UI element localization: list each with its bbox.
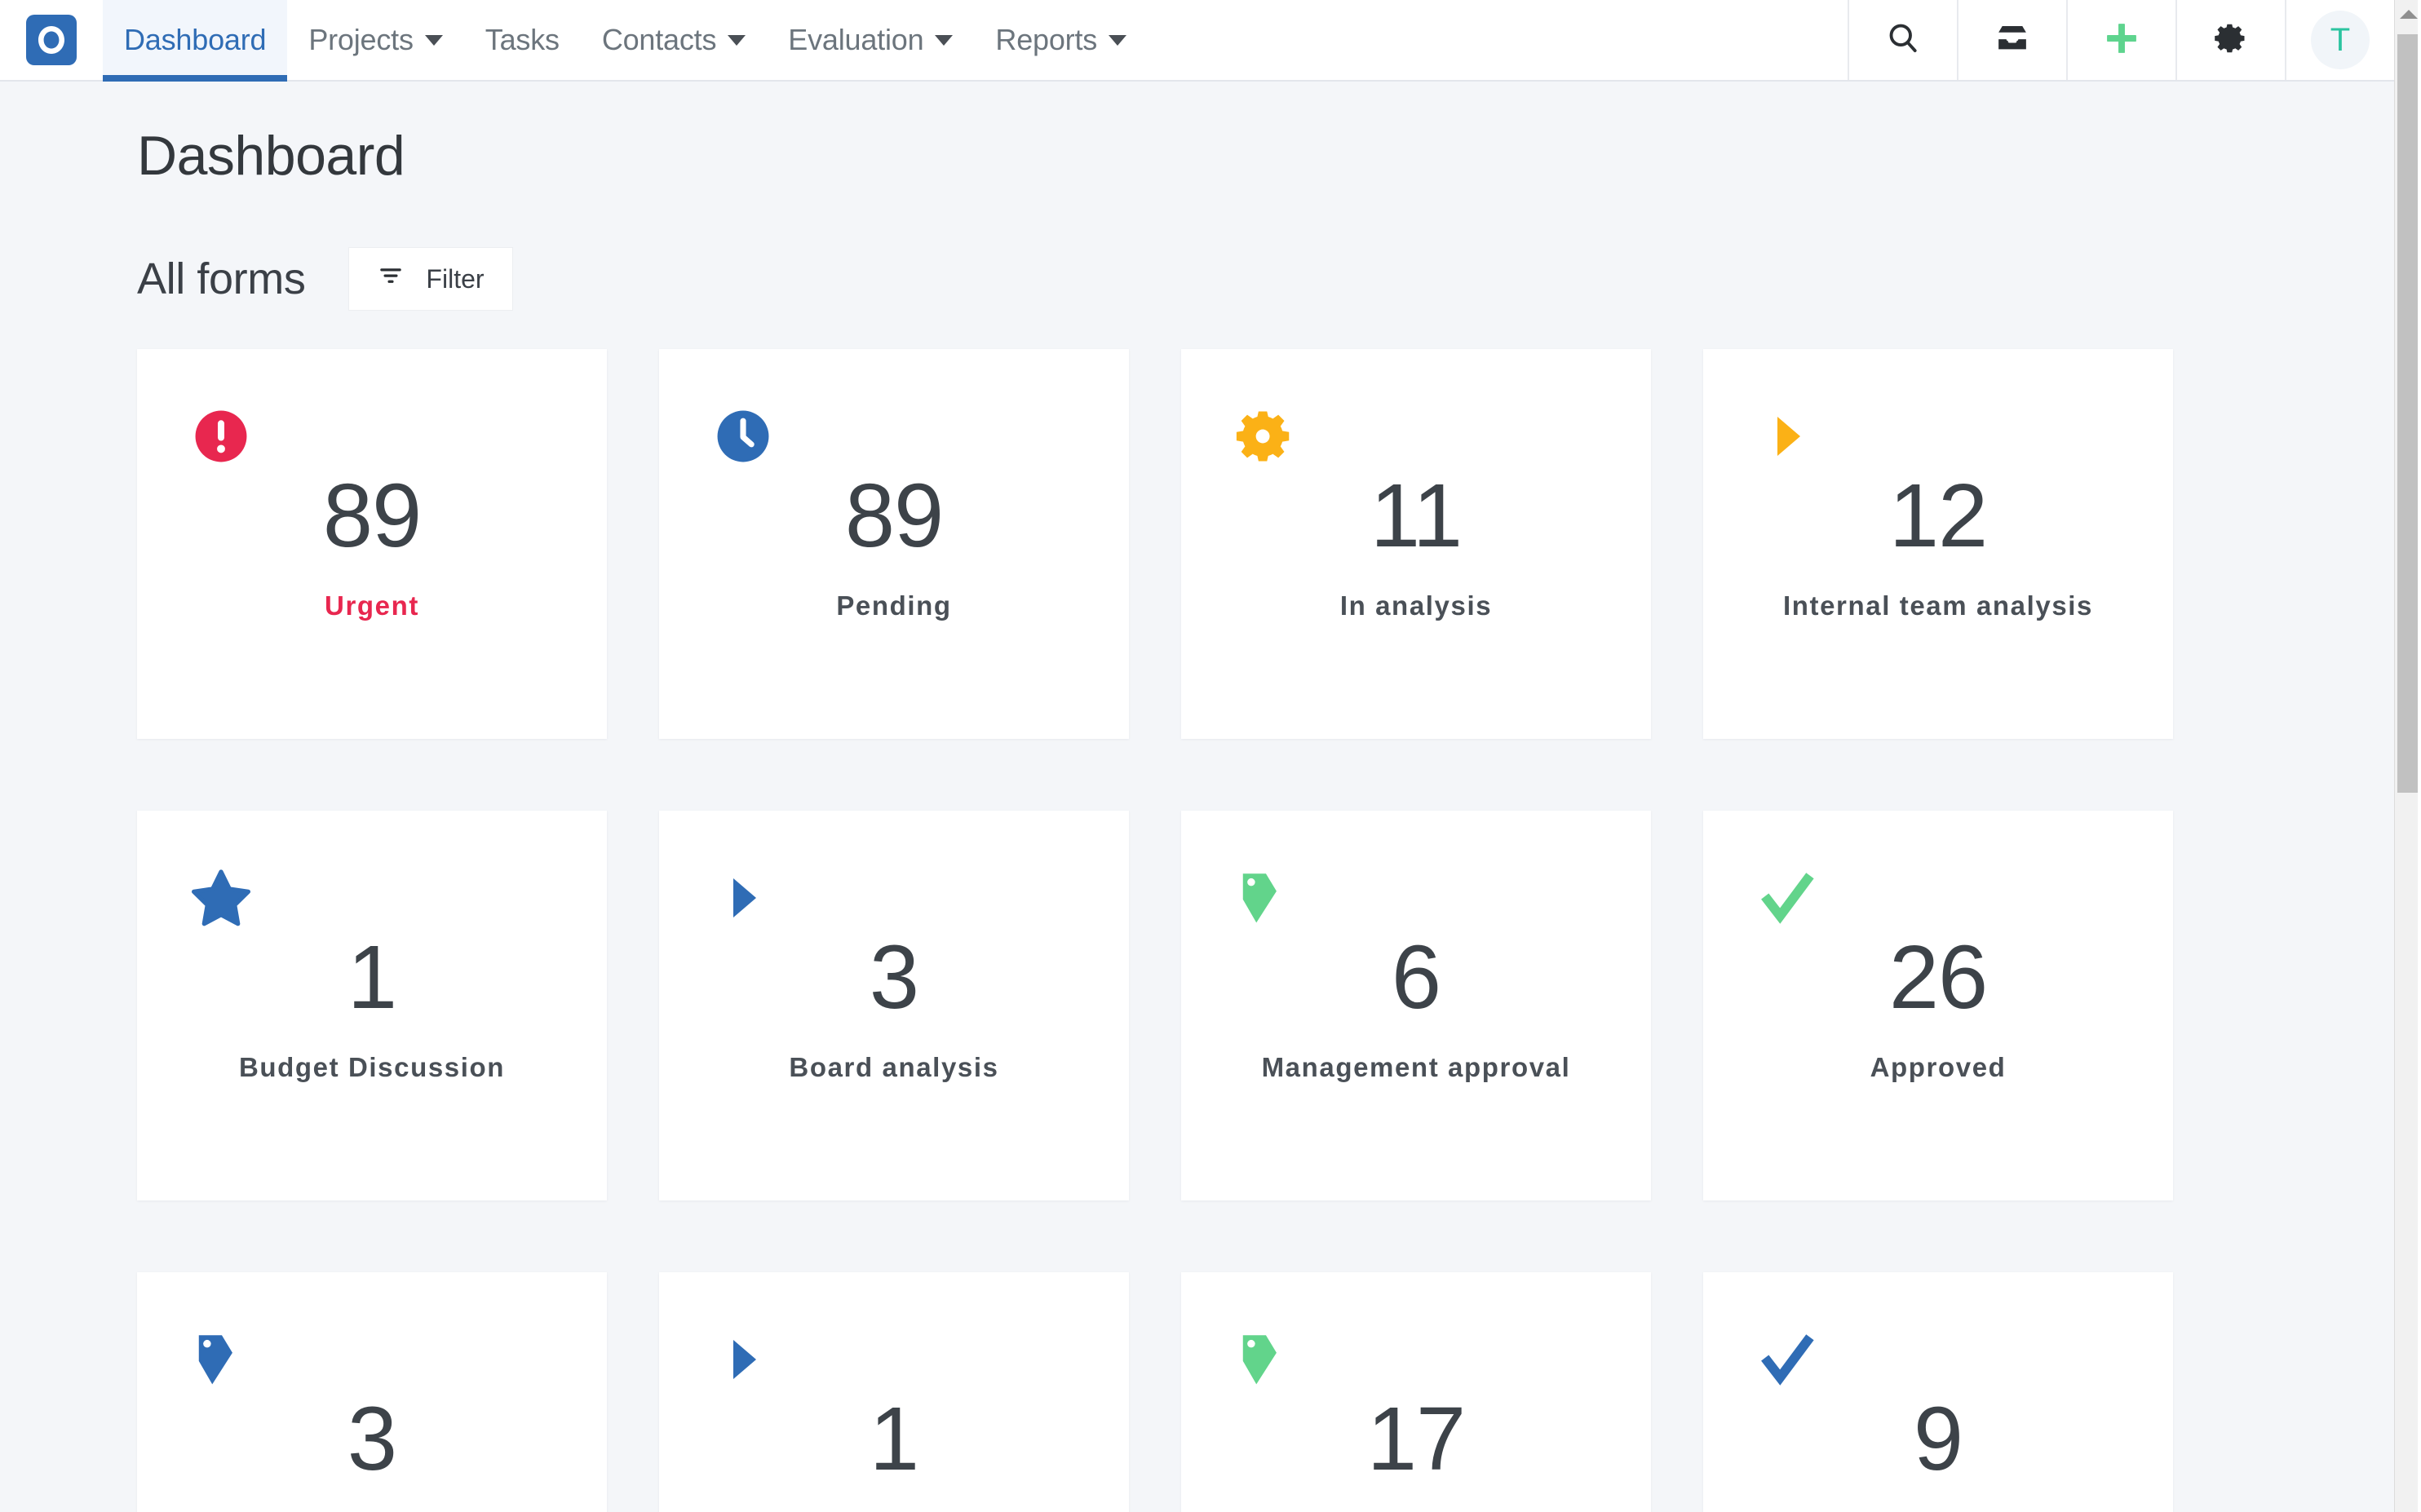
top-navbar: Dashboard Projects Tasks Contacts Evalua… [0, 0, 2394, 82]
gear-icon [2213, 20, 2249, 60]
search-icon [1885, 20, 1921, 60]
avatar: T [2311, 11, 2370, 69]
check-icon [1754, 1326, 1821, 1393]
tag-icon [188, 1326, 254, 1393]
play-triangle-icon [710, 1326, 777, 1393]
play-triangle-icon [1754, 403, 1821, 470]
stat-card-value: 1 [659, 1395, 1129, 1484]
stat-card-value: 89 [137, 471, 607, 561]
page-title: Dashboard [137, 124, 2394, 188]
stat-card-pending[interactable]: 89 Pending [659, 349, 1129, 739]
stat-card-label: Approved [1703, 1052, 2173, 1083]
avatar-initial: T [2330, 24, 2350, 56]
scrollbar-thumb[interactable] [2397, 34, 2419, 793]
play-triangle-icon [710, 864, 777, 931]
plus-icon [2101, 18, 2142, 63]
brand-logo-container[interactable] [0, 0, 103, 80]
nav-tab-label: Dashboard [124, 23, 266, 57]
nav-tab-projects[interactable]: Projects [287, 0, 463, 80]
stat-card-label: Budget Discussion [137, 1052, 607, 1083]
page-content: Dashboard All forms Filter [0, 83, 2394, 1512]
inbox-button[interactable] [1957, 0, 2066, 80]
stat-card-value: 26 [1703, 933, 2173, 1023]
stat-card-internal-team-analysis[interactable]: 12 Internal team analysis [1703, 349, 2173, 739]
clock-icon [710, 403, 777, 470]
stat-card-closed[interactable]: 9 Closed [1703, 1272, 2173, 1512]
settings-button[interactable] [2175, 0, 2285, 80]
stat-card-in-analysis[interactable]: 11 In analysis [1181, 349, 1651, 739]
check-icon [1754, 864, 1821, 931]
stat-card-label: Pending [659, 590, 1129, 621]
filter-button[interactable]: Filter [349, 248, 511, 310]
stat-card-value: 17 [1181, 1395, 1651, 1484]
tag-icon [1232, 1326, 1299, 1393]
nav-tab-evaluation[interactable]: Evaluation [767, 0, 974, 80]
nav-tab-list: Dashboard Projects Tasks Contacts Evalua… [103, 0, 1148, 80]
nav-tab-tasks[interactable]: Tasks [464, 0, 581, 80]
navbar-spacer [1148, 0, 1848, 80]
gear-icon [1232, 403, 1299, 470]
chevron-down-icon [935, 35, 953, 46]
app-window: Dashboard Projects Tasks Contacts Evalua… [0, 0, 2421, 1512]
stat-card-urgent[interactable]: 89 Urgent [137, 349, 607, 739]
stat-card-value: 3 [137, 1395, 607, 1484]
nav-tab-label: Projects [308, 23, 413, 57]
stat-card-value: 9 [1703, 1395, 2173, 1484]
nav-tab-dashboard[interactable]: Dashboard [103, 0, 287, 80]
stat-card-value: 6 [1181, 933, 1651, 1023]
stat-card-report-2[interactable]: 1 Report 2 [659, 1272, 1129, 1512]
stat-card-value: 11 [1181, 471, 1651, 561]
stat-card-label: Urgent [137, 590, 607, 621]
stat-card-management-approval[interactable]: 6 Management approval [1181, 811, 1651, 1200]
chevron-down-icon [1109, 35, 1126, 46]
nav-tab-reports[interactable]: Reports [974, 0, 1148, 80]
stat-card-budget-discussion[interactable]: 1 Budget Discussion [137, 811, 607, 1200]
nav-tab-label: Reports [995, 23, 1097, 57]
stat-card-value: 1 [137, 933, 607, 1023]
stat-card-value: 12 [1703, 471, 2173, 561]
stat-card-value: 89 [659, 471, 1129, 561]
stat-card-label: In analysis [1181, 590, 1651, 621]
filter-button-label: Filter [426, 264, 484, 294]
split-circle-logo-icon [26, 15, 77, 65]
chevron-down-icon [728, 35, 746, 46]
nav-tab-label: Evaluation [788, 23, 923, 57]
filter-icon [377, 262, 405, 296]
stat-card-disbursed[interactable]: 17 Disbursed [1181, 1272, 1651, 1512]
search-button[interactable] [1848, 0, 1957, 80]
nav-tab-label: Contacts [602, 23, 716, 57]
stat-card-board-analysis[interactable]: 3 Board analysis [659, 811, 1129, 1200]
section-header: All forms Filter [137, 248, 2394, 310]
exclamation-circle-icon [188, 403, 254, 470]
user-avatar-button[interactable]: T [2285, 0, 2394, 80]
stat-card-value: 3 [659, 933, 1129, 1023]
nav-tab-contacts[interactable]: Contacts [581, 0, 767, 80]
stat-card-grid: 89 Urgent 89 Pending [0, 349, 2394, 1512]
inbox-icon [1994, 20, 2031, 61]
tag-icon [1232, 864, 1299, 931]
stat-card-label: Board analysis [659, 1052, 1129, 1083]
add-new-button[interactable] [2066, 0, 2175, 80]
chevron-down-icon [425, 35, 443, 46]
stat-card-report-1[interactable]: 3 Report 1 [137, 1272, 607, 1512]
star-icon [188, 864, 254, 931]
section-title: All forms [137, 254, 305, 304]
stat-card-approved[interactable]: 26 Approved [1703, 811, 2173, 1200]
window-edge [2418, 0, 2421, 1512]
stat-card-label: Management approval [1181, 1052, 1651, 1083]
stat-card-label: Internal team analysis [1703, 590, 2173, 621]
nav-tab-label: Tasks [485, 23, 560, 57]
navbar-actions: T [1848, 0, 2394, 80]
